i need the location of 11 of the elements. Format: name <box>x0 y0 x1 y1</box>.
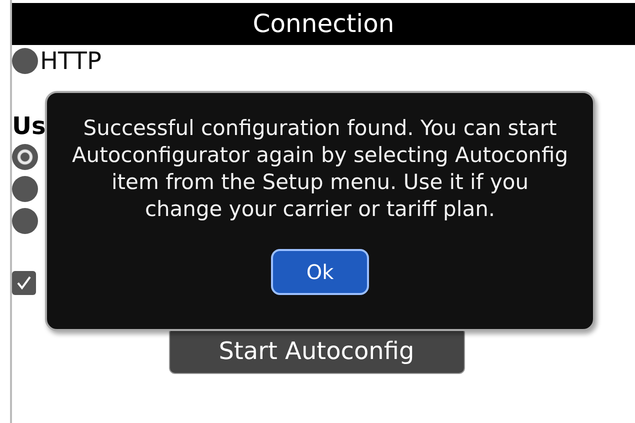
ok-button[interactable]: Ok <box>271 249 369 295</box>
checkbox[interactable] <box>12 271 36 295</box>
screen-title: Connection <box>12 3 635 45</box>
radio-button[interactable] <box>12 144 38 170</box>
radio-button[interactable] <box>12 208 38 234</box>
section-heading: Us <box>12 111 46 141</box>
option-label: HTTP <box>40 47 102 75</box>
radio-button[interactable] <box>12 48 38 74</box>
check-icon <box>15 274 33 292</box>
dialog-message: Successful configuration found. You can start Autoconfigurator again by selecting Autoconfig item from the Setup menu. Use it if you change your carrier or tariff plan. <box>70 115 570 223</box>
radio-button[interactable] <box>12 176 38 202</box>
